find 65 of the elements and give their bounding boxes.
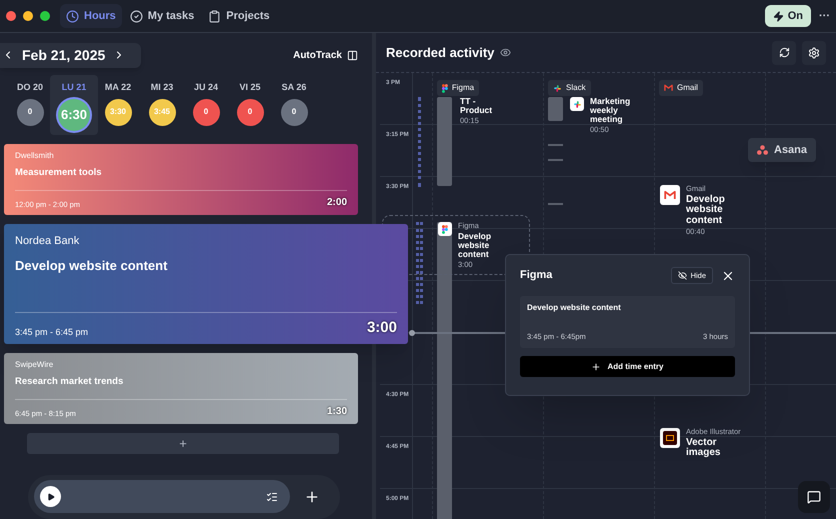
eye-off-icon	[678, 271, 687, 280]
settings-button[interactable]	[802, 40, 826, 64]
activity-dash	[548, 144, 563, 146]
play-button[interactable]	[40, 486, 61, 508]
slack-logo-icon	[572, 100, 582, 108]
autotrack-link[interactable]: AutoTrack	[293, 48, 358, 63]
duration: 2:00	[326, 196, 347, 210]
gmail-logo-icon	[664, 190, 676, 200]
plus-icon	[591, 362, 602, 372]
date-label: Feb 21, 2025	[22, 46, 106, 65]
figma-logo-icon	[442, 84, 448, 92]
client-name: SwipeWire	[15, 359, 54, 372]
window-controls-icon[interactable]	[6, 11, 50, 21]
chat-button[interactable]	[798, 481, 830, 513]
figma-logo-icon	[442, 224, 448, 234]
asana-logo-icon	[757, 145, 768, 155]
add-icon[interactable]	[304, 488, 320, 505]
app-name: Gmail	[677, 82, 698, 94]
activity-title: Develop website content	[458, 232, 492, 259]
duration: 1:30	[326, 405, 347, 420]
date-picker[interactable]: Feb 21, 2025	[0, 42, 142, 68]
duration: 3:00	[366, 318, 397, 338]
check-circle-icon	[130, 10, 143, 22]
entry-title: Research market trends	[15, 375, 124, 390]
gmail-logo-icon	[664, 84, 673, 92]
nav-tab[interactable]: Projects	[202, 4, 276, 28]
slack-logo-icon	[553, 84, 562, 92]
activity-bar	[548, 97, 563, 121]
settings-icon	[808, 46, 820, 58]
entry-title: Develop website content	[15, 256, 168, 275]
client-name: Nordea Bank	[15, 234, 80, 250]
app-name: Asana	[774, 142, 808, 158]
refresh-icon	[778, 47, 790, 58]
activity-title: Develop website content	[686, 194, 726, 226]
client-name: Dwellsmith	[15, 150, 55, 162]
sidebar-panel-icon	[347, 50, 358, 61]
time-entry-card[interactable]: Nordea Bank Develop website content 3:45 pm - 6:45 pm 3:00	[4, 224, 408, 344]
activity-title: Vector images	[686, 438, 722, 459]
more-menu[interactable]: ···	[819, 8, 830, 24]
task-title: Develop website content	[527, 302, 622, 314]
nav-tab[interactable]: My tasks	[124, 4, 200, 28]
activity-dash	[548, 159, 563, 161]
popup-title: Figma	[520, 268, 552, 284]
refresh-button[interactable]	[772, 40, 796, 64]
lightning-icon	[772, 10, 784, 22]
activity-title: TT - Product	[460, 97, 494, 115]
timer-field[interactable]	[34, 480, 290, 514]
time-range: 3:45 pm - 6:45 pm	[15, 326, 88, 339]
activity-dash	[548, 203, 563, 205]
eye-icon[interactable]	[500, 47, 512, 58]
add-time-entry-button[interactable]: Add time entry	[520, 356, 735, 377]
app-name: Slack	[566, 82, 586, 94]
task-list-icon[interactable]	[266, 490, 278, 503]
clipboard-icon	[208, 10, 222, 22]
entry-title: Measurement tools	[15, 166, 103, 180]
play-icon	[46, 492, 54, 501]
activity-title: Marketing weekly meeting	[590, 97, 632, 124]
add-entry-button[interactable]: +	[27, 433, 339, 454]
app-name: Figma	[452, 82, 474, 94]
panel-title: Recorded activity	[386, 44, 494, 62]
autotrack-toggle[interactable]: On	[764, 5, 811, 27]
clock-icon	[66, 10, 79, 22]
day-selector[interactable]: LU 21 6:30	[50, 75, 98, 136]
nav-tab[interactable]: Hours	[60, 4, 122, 28]
chat-icon	[807, 490, 821, 504]
